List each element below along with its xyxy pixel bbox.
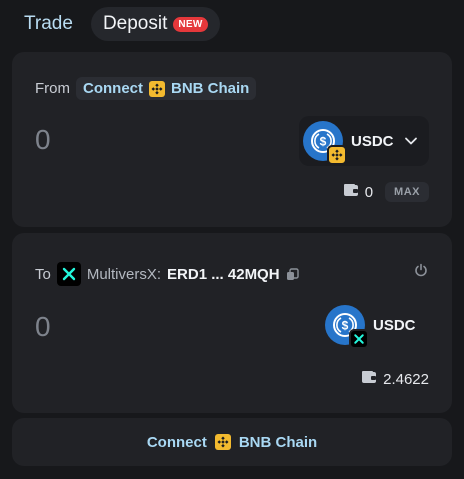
svg-text:$: $ <box>320 135 327 149</box>
from-card: From Connect BNB Chain $ USDC 0 MAX <box>12 52 452 227</box>
usdc-icon: $ <box>325 305 369 349</box>
from-balance: 0 <box>364 183 374 201</box>
tab-deposit[interactable]: Deposit NEW <box>90 7 220 41</box>
connect-button-content: Connect BNB Chain <box>147 434 317 451</box>
max-button[interactable]: MAX <box>385 182 429 202</box>
from-balance-row: 0 MAX <box>343 182 429 202</box>
recipient-address: ERD1 ... 42MQH <box>167 265 280 283</box>
wallet-icon <box>343 183 359 201</box>
new-badge: NEW <box>173 16 208 32</box>
bnb-icon <box>149 80 165 97</box>
to-balance-row: 2.4622 <box>361 370 429 388</box>
token-name: USDC <box>373 316 416 334</box>
connect-label: Connect <box>146 433 207 451</box>
bnb-icon <box>327 145 347 165</box>
mode-tabs: Trade Deposit NEW <box>12 7 220 41</box>
to-card: To MultiversX: ERD1 ... 42MQH $ USDC 2.4… <box>12 233 452 413</box>
connect-wallet-pill[interactable]: Connect BNB Chain <box>76 77 257 100</box>
to-token: $ USDC <box>325 305 416 349</box>
connect-label: Connect <box>83 80 143 97</box>
copy-icon[interactable] <box>286 267 299 281</box>
multiversx-icon <box>56 262 81 286</box>
usdc-icon: $ <box>303 121 347 165</box>
to-amount-input[interactable] <box>35 311 215 343</box>
chain-name: BNB Chain <box>238 433 318 451</box>
tab-deposit-label: Deposit <box>102 13 168 34</box>
chevron-down-icon <box>404 134 418 148</box>
wallet-icon <box>361 370 377 388</box>
multiversx-icon <box>349 329 369 349</box>
bnb-icon <box>214 434 231 450</box>
connect-button[interactable]: Connect BNB Chain <box>12 418 452 466</box>
power-icon[interactable] <box>414 263 428 277</box>
to-row: To MultiversX: ERD1 ... 42MQH <box>35 262 299 286</box>
from-label: From <box>35 80 70 97</box>
from-amount-input[interactable] <box>35 124 215 156</box>
from-row: From Connect BNB Chain <box>35 77 257 100</box>
chain-name: BNB Chain <box>171 80 250 97</box>
token-name: USDC <box>351 132 394 150</box>
svg-text:$: $ <box>342 319 349 333</box>
to-label: To <box>35 265 51 283</box>
to-balance: 2.4622 <box>383 370 429 388</box>
tab-trade[interactable]: Trade <box>12 7 85 41</box>
token-selector[interactable]: $ USDC <box>299 116 429 166</box>
network-name: MultiversX: <box>86 265 162 283</box>
